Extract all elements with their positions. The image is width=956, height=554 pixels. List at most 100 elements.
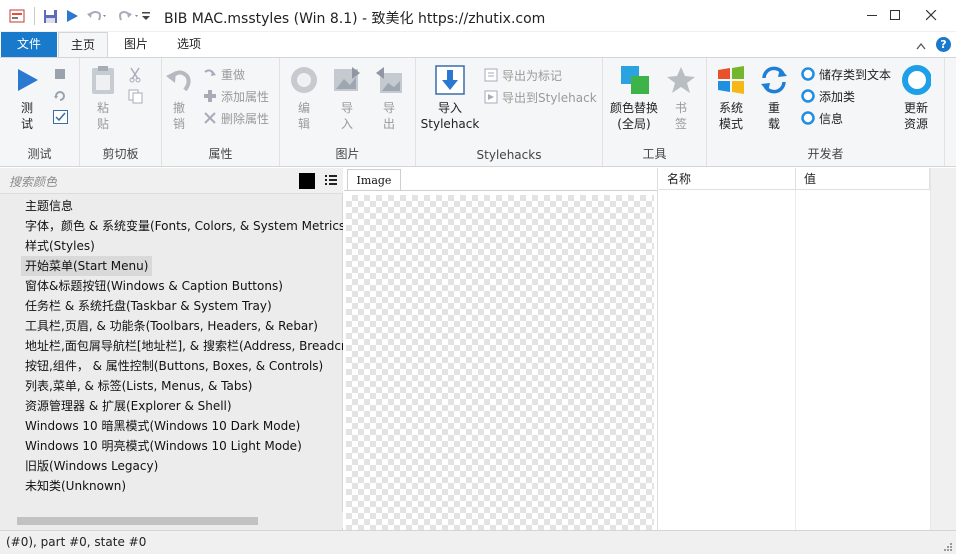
app-icon[interactable] — [8, 7, 26, 25]
tab-image[interactable]: 图片 — [112, 32, 160, 57]
color-swatch[interactable] — [299, 173, 315, 189]
ribbon: 测 试 测试 粘 贴 剪切板 撤 销 重做 添加属性 删除属性 属性 编 辑 导… — [0, 57, 956, 167]
stop-icon[interactable] — [54, 68, 66, 83]
export-as-marker-label: 导出为标记 — [502, 68, 563, 83]
help-icon[interactable]: ? — [936, 37, 951, 52]
tree-item[interactable]: 旧版(Windows Legacy) — [21, 456, 162, 476]
tree-item[interactable]: 主题信息 — [21, 196, 77, 216]
undo-icon[interactable] — [85, 7, 109, 25]
system-mode-label: 系统 模式 — [718, 101, 743, 131]
delete-x-icon — [202, 110, 218, 126]
group-developer-label: 开发者 — [807, 147, 844, 161]
scroll-thumb[interactable] — [17, 517, 258, 525]
info-button[interactable]: 信息 — [800, 108, 843, 128]
tree-item[interactable]: 样式(Styles) — [21, 236, 99, 256]
group-test-label: 测试 — [27, 147, 52, 161]
search-bar: 搜索颜色 — [0, 168, 343, 194]
bookmark-button[interactable]: 书 签 — [665, 64, 697, 132]
add-property-label: 添加属性 — [221, 89, 270, 104]
plus-icon — [202, 88, 218, 104]
color-replace-button[interactable]: 颜色替换 (全局) — [607, 64, 661, 132]
color-replace-label: 颜色替换 (全局) — [609, 101, 658, 131]
redo-icon[interactable] — [117, 7, 141, 25]
import-stylehack-button[interactable]: 导入 Stylehack — [420, 64, 480, 132]
image-panel: Image — [344, 168, 658, 530]
import-image-button[interactable]: 导 入 — [331, 64, 363, 132]
tree-item[interactable]: Windows 10 明亮模式(Windows 10 Light Mode) — [21, 436, 306, 456]
column-header-name[interactable]: 名称 — [659, 168, 796, 190]
vertical-scrollbar[interactable] — [930, 168, 956, 530]
undo-large-icon — [164, 64, 194, 96]
tree-item[interactable]: 未知类(Unknown) — [21, 476, 130, 496]
import-stylehack-label: 导入 Stylehack — [420, 101, 480, 131]
class-tree: 主题信息 字体，颜色 & 系统变量(Fonts, Colors, & System… — [0, 196, 343, 511]
group-properties-label: 属性 — [208, 147, 233, 161]
refresh-small-icon[interactable] — [53, 89, 67, 106]
paste-button[interactable]: 粘 贴 — [88, 64, 118, 132]
resize-grip-icon[interactable] — [943, 541, 953, 551]
redo-button[interactable]: 重做 — [202, 64, 245, 84]
tree-item[interactable]: 列表,菜单, & 标签(Lists, Menus, & Tabs) — [21, 376, 256, 396]
update-resources-button[interactable]: 更新 资源 — [897, 64, 935, 132]
system-mode-button[interactable]: 系统 模式 — [713, 64, 749, 132]
export-as-marker-button[interactable]: 导出为标记 — [483, 65, 562, 85]
color-replace-icon — [619, 64, 649, 96]
tree-item[interactable]: 字体，颜色 & 系统变量(Fonts, Colors, & System Met… — [21, 216, 343, 236]
edit-image-button[interactable]: 编 辑 — [288, 64, 320, 132]
group-image-label: 图片 — [335, 147, 360, 161]
add-property-button[interactable]: 添加属性 — [202, 86, 269, 106]
image-preview-canvas[interactable] — [346, 195, 654, 530]
import-arrow-icon — [435, 64, 465, 96]
export-to-stylehack-button[interactable]: 导出到Stylehack — [483, 87, 597, 107]
collapse-ribbon-icon[interactable] — [916, 39, 926, 53]
save-class-to-text-button[interactable]: 储存类到文本 — [800, 64, 891, 84]
horizontal-scrollbar[interactable] — [0, 512, 343, 528]
close-button[interactable] — [908, 0, 954, 30]
tree-item[interactable]: 窗体&标题按钮(Windows & Caption Buttons) — [21, 276, 287, 296]
group-clipboard: 粘 贴 剪切板 — [80, 58, 162, 166]
ring-icon — [800, 66, 816, 82]
tree-item[interactable]: 资源管理器 & 扩展(Explorer & Shell) — [21, 396, 236, 416]
cut-icon[interactable] — [128, 67, 142, 86]
export-to-stylehack-label: 导出到Stylehack — [502, 90, 597, 105]
copy-icon[interactable] — [128, 89, 143, 107]
save-icon[interactable] — [41, 7, 59, 25]
tab-image-preview[interactable]: Image — [347, 169, 401, 191]
title-bar: BIB MAC.msstyles (Win 8.1) - 致美化 https:/… — [0, 0, 956, 32]
list-view-icon[interactable] — [324, 173, 338, 187]
redo-small-icon — [202, 66, 218, 82]
export-image-button[interactable]: 导 出 — [373, 64, 405, 132]
delete-property-button[interactable]: 删除属性 — [202, 108, 269, 128]
undo-button[interactable]: 撤 销 — [164, 64, 194, 132]
tree-item[interactable]: 工具栏,页眉, & 功能条(Toolbars, Headers, & Rebar… — [21, 316, 322, 336]
tab-file[interactable]: 文件 — [1, 32, 57, 57]
tree-item[interactable]: 开始菜单(Start Menu) — [21, 256, 153, 276]
tree-item[interactable]: Windows 10 暗黑模式(Windows 10 Dark Mode) — [21, 416, 304, 436]
qa-customize-icon[interactable] — [140, 7, 152, 25]
reload-button[interactable]: 重 载 — [759, 64, 789, 132]
save-class-to-text-label: 储存类到文本 — [819, 67, 892, 82]
class-tree-pane: 搜索颜色 主题信息 字体，颜色 & 系统变量(Fonts, Colors, & S… — [0, 168, 343, 530]
tree-item[interactable]: 按钮,组件， & 属性控制(Buttons, Boxes, & Controls… — [21, 356, 327, 376]
redo-label: 重做 — [221, 67, 246, 82]
tree-item[interactable]: 任务栏 & 系统托盘(Taskbar & System Tray) — [21, 296, 276, 316]
export-image-icon — [374, 64, 404, 96]
tab-home[interactable]: 主页 — [58, 32, 108, 58]
tab-options[interactable]: 选项 — [164, 32, 214, 57]
group-stylehacks-label: Stylehacks — [476, 148, 542, 162]
run-icon[interactable] — [63, 7, 81, 25]
property-grid: 名称 值 — [659, 168, 956, 530]
column-header-value[interactable]: 值 — [796, 168, 930, 190]
test-run-button[interactable]: 测 试 — [12, 64, 42, 132]
export-marker-icon — [483, 67, 499, 83]
search-input[interactable]: 搜索颜色 — [9, 173, 57, 190]
add-class-button[interactable]: 添加类 — [800, 86, 855, 106]
tab-divider — [344, 190, 657, 191]
status-bar: (#0), part #0, state #0 — [0, 530, 956, 554]
check-list-icon[interactable] — [53, 110, 68, 127]
undo-label: 撤 销 — [172, 101, 185, 131]
reload-icon — [759, 64, 789, 96]
star-icon — [666, 64, 696, 96]
group-tools: 颜色替换 (全局) 书 签 工具 — [603, 58, 707, 166]
tree-item[interactable]: 地址栏,面包屑导航栏[地址栏], & 搜索栏(Address, Breadcru… — [21, 336, 343, 356]
